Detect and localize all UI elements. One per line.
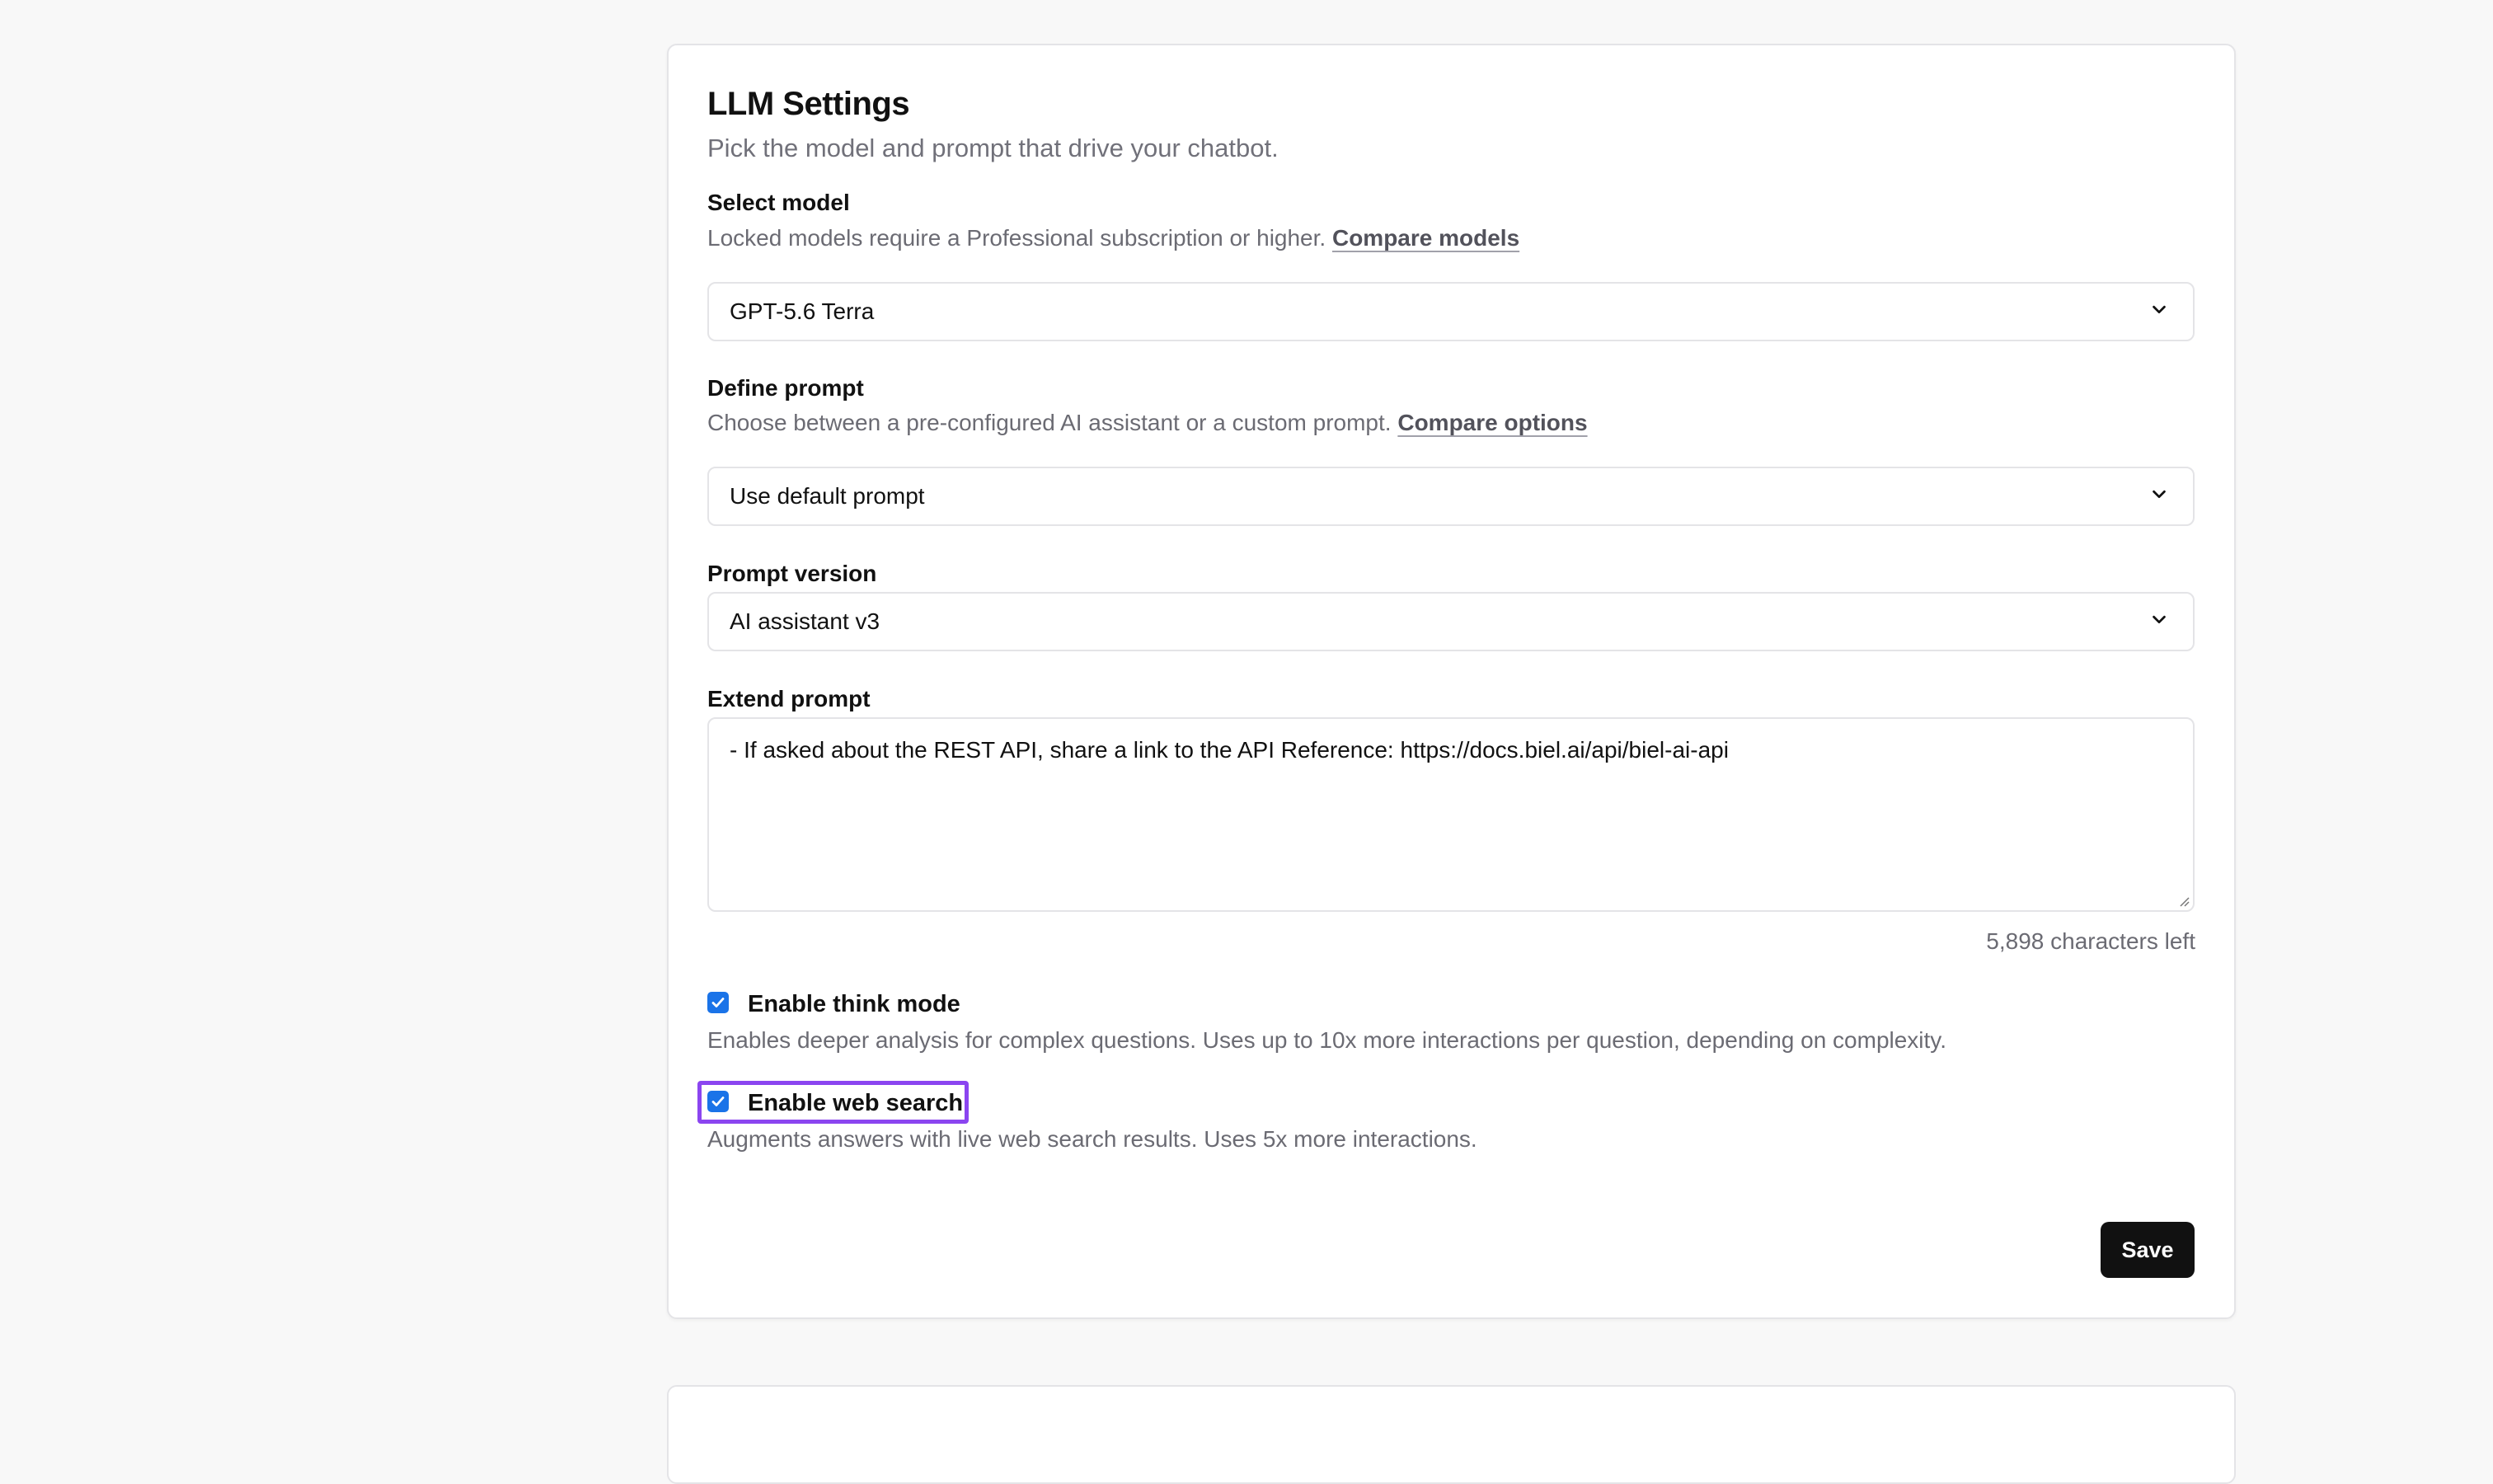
compare-options-link[interactable]: Compare options xyxy=(1397,410,1587,435)
define-prompt-help-text: Choose between a pre-configured AI assis… xyxy=(707,410,1392,435)
checkmark-icon xyxy=(711,998,725,1007)
model-select[interactable]: GPT-5.6 Terra xyxy=(707,282,2195,341)
prompt-version-select[interactable]: AI assistant v3 xyxy=(707,592,2195,651)
page-subtitle: Pick the model and prompt that drive you… xyxy=(707,134,1279,162)
select-model-help-text: Locked models require a Professional sub… xyxy=(707,225,1326,251)
define-prompt-help: Choose between a pre-configured AI assis… xyxy=(707,410,1588,436)
prompt-select-value: Use default prompt xyxy=(730,483,925,509)
think-mode-label[interactable]: Enable think mode xyxy=(748,991,960,1018)
define-prompt-label: Define prompt xyxy=(707,375,864,401)
page-title: LLM Settings xyxy=(707,86,910,122)
extend-prompt-label: Extend prompt xyxy=(707,686,871,711)
web-search-label[interactable]: Enable web search xyxy=(748,1090,963,1117)
think-mode-checkbox[interactable] xyxy=(707,992,729,1013)
checkmark-icon xyxy=(711,1097,725,1106)
chevron-down-icon xyxy=(2153,615,2166,624)
chevron-down-icon xyxy=(2153,490,2166,499)
prompt-version-label: Prompt version xyxy=(707,561,877,586)
web-search-help: Augments answers with live web search re… xyxy=(707,1126,1477,1152)
chevron-down-icon xyxy=(2153,305,2166,314)
prompt-select[interactable]: Use default prompt xyxy=(707,467,2195,526)
think-mode-help: Enables deeper analysis for complex ques… xyxy=(707,1027,1947,1053)
select-model-help: Locked models require a Professional sub… xyxy=(707,225,1519,251)
web-search-checkbox[interactable] xyxy=(707,1091,729,1112)
next-settings-card xyxy=(667,1385,2236,1484)
extend-prompt-value: - If asked about the REST API, share a l… xyxy=(730,737,1729,763)
compare-models-link[interactable]: Compare models xyxy=(1332,225,1519,251)
select-model-label: Select model xyxy=(707,190,850,215)
prompt-version-value: AI assistant v3 xyxy=(730,608,880,634)
model-select-value: GPT-5.6 Terra xyxy=(730,298,875,324)
extend-prompt-textarea[interactable]: - If asked about the REST API, share a l… xyxy=(707,717,2195,912)
resize-handle-icon[interactable] xyxy=(2176,894,2190,907)
save-button[interactable]: Save xyxy=(2101,1222,2195,1278)
characters-left-counter: 5,898 characters left xyxy=(1986,928,2195,954)
